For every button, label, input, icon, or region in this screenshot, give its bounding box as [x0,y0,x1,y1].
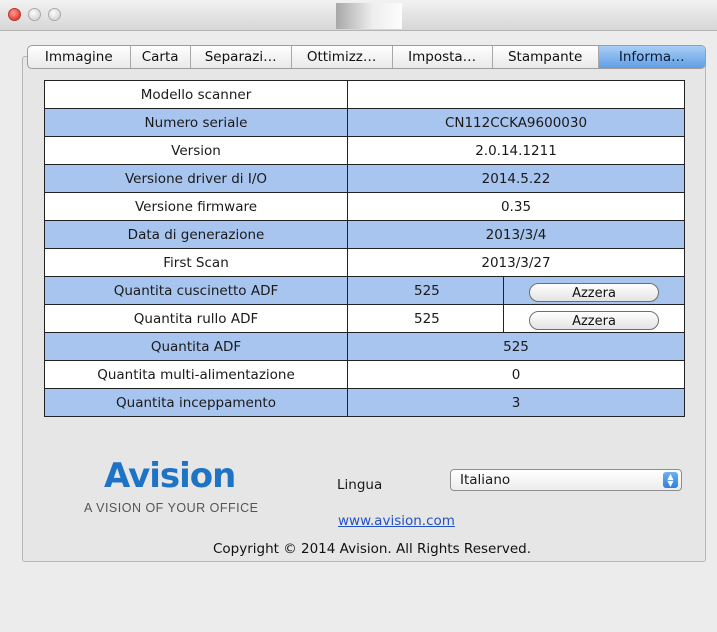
info-row-multifeed: Quantita multi-alimentazione 0 [44,360,685,389]
reset-adf-pad-button[interactable]: Azzera [529,283,659,302]
info-row-model: Modello scanner [44,80,685,109]
row-value: 2013/3/4 [347,220,685,249]
row-value: 2.0.14.1211 [347,136,685,165]
tab-stampante[interactable]: Stampante [493,46,599,68]
logo-tagline: A VISION OF YOUR OFFICE [84,501,259,515]
row-value: 2014.5.22 [347,164,685,193]
row-label: Quantita inceppamento [44,388,348,417]
row-label: Data di generazione [44,220,348,249]
row-label: Quantita rullo ADF [44,304,348,333]
language-selected-value: Italiano [460,472,511,488]
row-label: Numero seriale [44,108,348,137]
minimize-window-button[interactable] [28,8,41,21]
tab-carta[interactable]: Carta [131,46,191,68]
tab-immagine[interactable]: Immagine [28,46,131,68]
copyright-text: Copyright © 2014 Avision. All Rights Res… [212,541,532,557]
info-row-adf-count: Quantita ADF 525 [44,332,685,361]
row-value: CN112CCKA9600030 [347,108,685,137]
info-row-adf-pad: Quantita cuscinetto ADF 525 Azzera [44,276,685,305]
row-action-cell: Azzera [503,304,685,333]
website-link[interactable]: www.avision.com [338,513,455,529]
zoom-window-button[interactable] [48,8,61,21]
language-label: Lingua [337,477,383,493]
tab-impostazioni[interactable]: Imposta… [393,46,493,68]
info-row-first-scan: First Scan 2013/3/27 [44,248,685,277]
info-row-serial: Numero seriale CN112CCKA9600030 [44,108,685,137]
info-row-adf-roller: Quantita rullo ADF 525 Azzera [44,304,685,333]
title-bar [0,0,717,31]
row-label: Versione firmware [44,192,348,221]
row-label: Quantita multi-alimentazione [44,360,348,389]
close-window-button[interactable] [8,8,21,21]
row-value: 3 [347,388,685,417]
tab-separazione[interactable]: Separazi… [191,46,292,68]
info-row-io-driver: Versione driver di I/O 2014.5.22 [44,164,685,193]
info-row-jam: Quantita inceppamento 3 [44,388,685,417]
row-action-cell: Azzera [503,276,685,305]
info-row-version: Version 2.0.14.1211 [44,136,685,165]
language-select[interactable]: Italiano ▲ ▼ [450,469,682,491]
reset-adf-roller-button[interactable]: Azzera [529,311,659,330]
row-value: 0.35 [347,192,685,221]
row-value: 525 [347,276,504,305]
row-value: 525 [347,332,685,361]
window-title [336,3,402,29]
row-label: Quantita cuscinetto ADF [44,276,348,305]
row-label: First Scan [44,248,348,277]
tab-bar: Immagine Carta Separazi… Ottimizz… Impos… [27,45,706,69]
info-row-firmware: Versione firmware 0.35 [44,192,685,221]
row-label: Version [44,136,348,165]
row-value: 0 [347,360,685,389]
tab-informazioni[interactable]: Informa… [598,46,705,68]
info-row-build-date: Data di generazione 2013/3/4 [44,220,685,249]
row-value: 2013/3/27 [347,248,685,277]
row-value [347,80,685,109]
row-label: Modello scanner [44,80,348,109]
row-value: 525 [347,304,504,333]
updown-arrows-icon: ▲ ▼ [663,472,678,488]
tab-ottimizzazione[interactable]: Ottimizz… [292,46,393,68]
row-label: Quantita ADF [44,332,348,361]
scanner-info-table: Modello scanner Numero seriale CN112CCKA… [44,80,685,417]
avision-logo: Avision [104,456,236,496]
row-label: Versione driver di I/O [44,164,348,193]
